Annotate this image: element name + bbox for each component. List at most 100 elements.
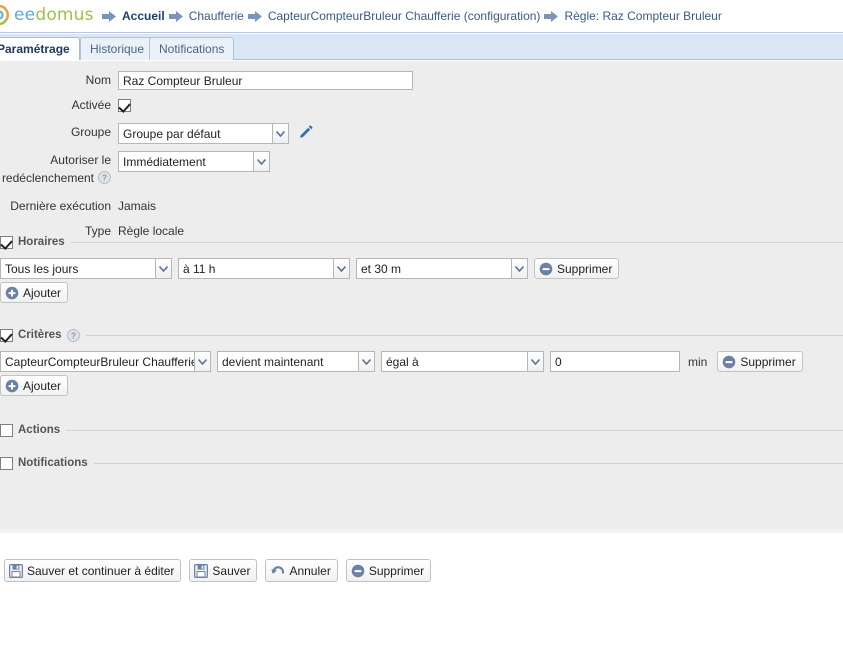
tab-notifications[interactable]: Notifications xyxy=(149,37,235,60)
critere-supprimer-button[interactable]: Supprimer xyxy=(717,351,803,372)
chevron-down-icon xyxy=(272,123,289,144)
label-derniere-execution: Dernière exécution xyxy=(10,199,111,213)
redeclenchement-select-value: Immédiatement xyxy=(118,151,253,172)
section-horaires-body: Tous les jours à 11 h et 30 m Supprimer … xyxy=(0,258,843,303)
horaire-row: Tous les jours à 11 h et 30 m Supprimer xyxy=(0,258,843,279)
eedomus-logo[interactable]: eedomus xyxy=(0,4,94,26)
label-activee: Activée xyxy=(71,98,111,112)
horaire-ajouter-label: Ajouter xyxy=(23,285,62,300)
critere-valeur-input[interactable] xyxy=(550,351,680,372)
section-criteres-header: Critères ? xyxy=(0,327,843,343)
label-nom: Nom xyxy=(85,73,111,87)
critere-ajouter-button[interactable]: Ajouter xyxy=(0,375,69,396)
arrow-right-icon xyxy=(247,10,262,22)
section-criteres: Critères ? CapteurCompteurBruleur Chauff… xyxy=(0,327,843,396)
critere-evenement-select[interactable]: devient maintenant xyxy=(217,351,375,372)
groupe-select-value: Groupe par défaut xyxy=(118,123,272,144)
breadcrumb-item-regle[interactable]: Règle: Raz Compteur Bruleur xyxy=(564,9,721,23)
critere-row: CapteurCompteurBruleur Chaufferie devien… xyxy=(0,351,843,372)
breadcrumb-item-capteur-configuration[interactable]: CapteurCompteurBruleur Chaufferie (confi… xyxy=(268,9,541,23)
content-panel: Nom Activée Groupe Groupe par défaut xyxy=(0,61,843,582)
panel-bottom-divider xyxy=(0,529,843,533)
section-criteres-title: Critères xyxy=(18,329,62,341)
section-horaires-header: Horaires xyxy=(0,234,843,250)
supprimer-label: Supprimer xyxy=(368,563,425,578)
arrow-right-icon xyxy=(544,10,559,22)
label-redeclenchement-line2-text: redéclenchement xyxy=(1,171,94,185)
sauver-et-continuer-button[interactable]: Sauver et continuer à éditer xyxy=(4,559,182,582)
top-header: eedomus Accueil Chaufferie CapteurCompte… xyxy=(0,0,843,33)
field-row-activee: Activée xyxy=(0,96,843,114)
chevron-down-icon xyxy=(194,351,211,372)
critere-capteur-value: CapteurCompteurBruleur Chaufferie xyxy=(0,351,194,372)
sauver-button[interactable]: Sauver xyxy=(189,559,258,582)
label-redeclenchement-line2: redéclenchement? xyxy=(0,169,111,187)
activee-checkbox[interactable] xyxy=(118,98,131,112)
help-question-icon[interactable]: ? xyxy=(98,171,111,184)
floppy-save-icon xyxy=(9,563,23,578)
critere-evenement-value: devient maintenant xyxy=(217,351,358,372)
arrow-right-icon xyxy=(102,10,116,22)
critere-supprimer-label: Supprimer xyxy=(740,354,796,369)
nom-input[interactable] xyxy=(118,71,413,90)
groupe-select[interactable]: Groupe par défaut xyxy=(118,123,289,144)
horaire-jours-select[interactable]: Tous les jours xyxy=(0,258,172,279)
horaire-heure-select[interactable]: à 11 h xyxy=(178,258,350,279)
logo-wordmark: eedomus xyxy=(14,5,94,25)
help-question-icon[interactable]: ? xyxy=(67,328,81,342)
eedomus-ring-logo-icon xyxy=(0,4,10,26)
section-actions-header: Actions xyxy=(0,422,843,438)
application-window: eedomus Accueil Chaufferie CapteurCompte… xyxy=(0,0,843,647)
breadcrumb-item-accueil[interactable]: Accueil xyxy=(122,9,165,23)
label-groupe: Groupe xyxy=(70,125,111,139)
breadcrumb-item-chaufferie[interactable]: Chaufferie xyxy=(189,9,244,23)
field-row-groupe: Groupe Groupe par défaut xyxy=(0,123,843,144)
actions-checkbox[interactable] xyxy=(0,423,13,437)
plus-circle-icon xyxy=(5,379,19,393)
annuler-button[interactable]: Annuler xyxy=(265,559,338,582)
tab-historique[interactable]: Historique xyxy=(80,37,155,60)
svg-text:?: ? xyxy=(71,330,76,340)
critere-capteur-select[interactable]: CapteurCompteurBruleur Chaufferie xyxy=(0,351,211,372)
horaire-ajouter-button[interactable]: Ajouter xyxy=(0,282,69,303)
arrow-right-icon xyxy=(168,10,183,22)
sauver-et-continuer-label: Sauver et continuer à éditer xyxy=(27,563,175,578)
label-redeclenchement-line1: Autoriser le xyxy=(50,153,111,167)
critere-operateur-select[interactable]: égal à xyxy=(381,351,544,372)
label-redeclenchement: Autoriser le redéclenchement? xyxy=(0,151,118,187)
horaire-heure-value: à 11 h xyxy=(178,258,333,279)
chevron-down-icon xyxy=(358,351,375,372)
tab-parametrage[interactable]: Paramétrage xyxy=(0,37,80,60)
section-notifications-rule xyxy=(93,462,843,464)
critere-operateur-value: égal à xyxy=(381,351,527,372)
redeclenchement-select[interactable]: Immédiatement xyxy=(118,151,270,172)
section-criteres-rule xyxy=(86,334,843,336)
notifications-checkbox[interactable] xyxy=(0,456,13,470)
horaires-checkbox[interactable] xyxy=(0,235,13,249)
section-actions-rule xyxy=(66,429,843,431)
tab-bar: Paramétrage Historique Notifications xyxy=(0,34,843,60)
criteres-checkbox[interactable] xyxy=(0,328,13,342)
logo-wordmark-domus: domus xyxy=(35,5,94,25)
horaire-supprimer-button[interactable]: Supprimer xyxy=(534,258,620,279)
minus-circle-icon xyxy=(722,355,736,369)
field-row-derniere-execution: Dernière exécution Jamais xyxy=(0,197,843,215)
minus-circle-icon xyxy=(539,262,553,276)
horaire-minute-select[interactable]: et 30 m xyxy=(356,258,528,279)
sauver-label: Sauver xyxy=(212,563,251,578)
supprimer-button[interactable]: Supprimer xyxy=(345,559,432,582)
form-action-bar: Sauver et continuer à éditer Sauver Annu… xyxy=(4,559,432,582)
logo-wordmark-ee: ee xyxy=(14,5,36,25)
section-horaires-rule xyxy=(70,241,843,243)
rule-settings-form: Nom Activée Groupe Groupe par défaut xyxy=(0,71,843,246)
plus-circle-icon xyxy=(5,286,19,300)
section-horaires-title: Horaires xyxy=(18,236,65,248)
horaire-jours-value: Tous les jours xyxy=(0,258,155,279)
svg-text:?: ? xyxy=(102,173,107,183)
undo-arrow-icon xyxy=(270,564,285,578)
field-row-redeclenchement: Autoriser le redéclenchement? Immédiatem… xyxy=(0,151,843,187)
edit-group-pencil-icon[interactable] xyxy=(298,124,313,143)
section-criteres-body: CapteurCompteurBruleur Chaufferie devien… xyxy=(0,351,843,396)
annuler-label: Annuler xyxy=(289,563,331,578)
section-actions-title: Actions xyxy=(18,424,61,436)
